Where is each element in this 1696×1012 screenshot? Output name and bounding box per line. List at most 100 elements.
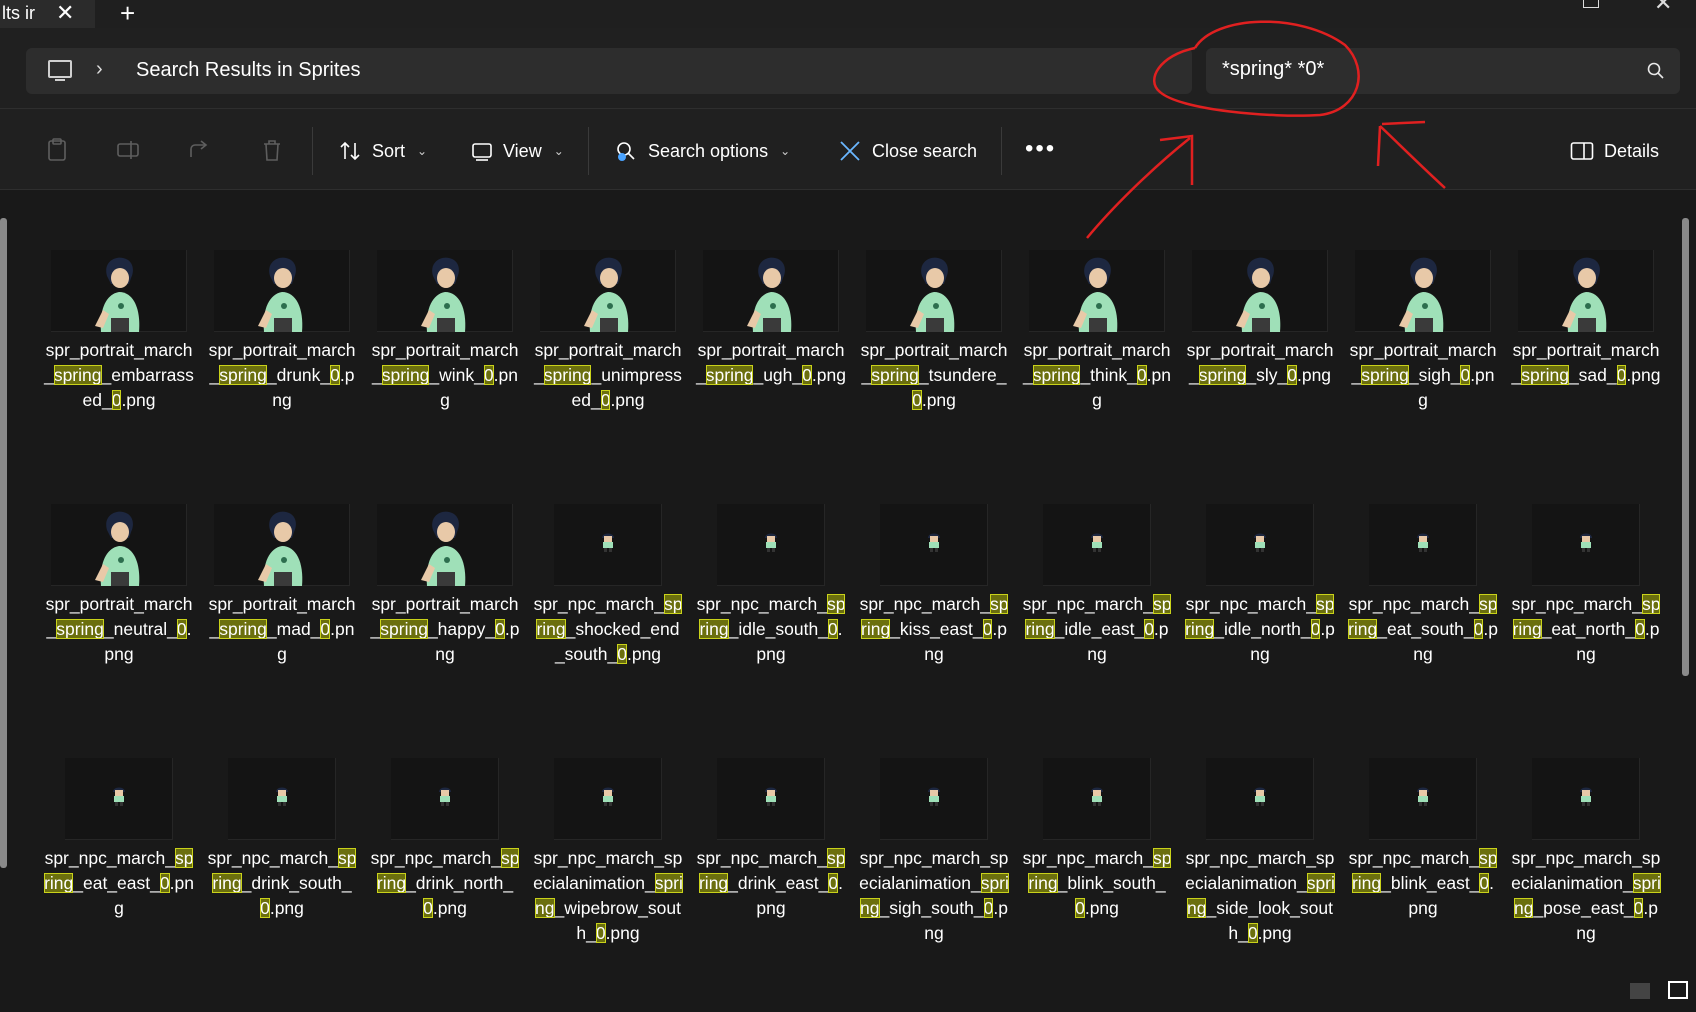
sort-button[interactable]: Sort ⌄ [338, 137, 427, 165]
file-item[interactable]: spr_npc_march_spring_blink_east_0.png [1348, 758, 1498, 1012]
file-item[interactable]: spr_portrait_march_spring_tsundere_0.png [859, 250, 1009, 504]
file-thumbnail[interactable] [377, 250, 513, 332]
file-item[interactable]: spr_npc_march_spring_eat_south_0.png [1348, 504, 1498, 758]
file-item[interactable]: spr_npc_march_specialanimation_spring_si… [1185, 758, 1335, 1012]
window-close-icon[interactable]: ✕ [1654, 0, 1672, 16]
file-item[interactable]: spr_portrait_march_spring_mad_0.png [207, 504, 357, 758]
file-thumbnail[interactable] [554, 504, 662, 586]
file-thumbnail[interactable] [51, 250, 187, 332]
share-icon[interactable] [187, 137, 213, 163]
portrait-sprite-image [747, 257, 792, 332]
file-thumbnail[interactable] [391, 758, 499, 840]
file-thumbnail[interactable] [1518, 250, 1654, 332]
file-thumbnail[interactable] [214, 504, 350, 586]
file-thumbnail[interactable] [228, 758, 336, 840]
file-thumbnail[interactable] [554, 758, 662, 840]
navigation-pane-scrollbar[interactable] [0, 218, 7, 868]
file-item[interactable]: spr_portrait_march_spring_sigh_0.png [1348, 250, 1498, 504]
file-thumbnail[interactable] [1369, 504, 1477, 586]
maximize-icon[interactable] [1583, 0, 1599, 8]
file-name-text: spr_npc_march_ [1348, 848, 1479, 868]
rename-icon[interactable] [115, 137, 141, 163]
search-options-label: Search options [648, 140, 769, 161]
file-thumbnail[interactable] [377, 504, 513, 586]
new-tab-icon[interactable]: + [120, 0, 135, 29]
file-item[interactable]: spr_portrait_march_spring_drunk_0.png [207, 250, 357, 504]
address-bar[interactable]: › Search Results in Sprites [26, 48, 1192, 94]
delete-icon[interactable] [259, 137, 285, 163]
tab-close-icon[interactable]: ✕ [56, 0, 74, 26]
details-button[interactable]: Details [1570, 137, 1659, 165]
file-item[interactable]: spr_npc_march_spring_eat_east_0.png [44, 758, 194, 1012]
large-icons-view-icon[interactable] [1668, 981, 1688, 999]
file-thumbnail[interactable] [1206, 758, 1314, 840]
file-item[interactable]: spr_portrait_march_spring_happy_0.png [370, 504, 520, 758]
file-item[interactable]: spr_npc_march_spring_drink_south_0.png [207, 758, 357, 1012]
file-thumbnail[interactable] [65, 758, 173, 840]
file-item[interactable]: spr_npc_march_spring_idle_east_0.png [1022, 504, 1172, 758]
view-button[interactable]: View ⌄ [471, 137, 564, 165]
file-item[interactable]: spr_npc_march_spring_kiss_east_0.png [859, 504, 1009, 758]
file-item[interactable]: spr_portrait_march_spring_sly_0.png [1185, 250, 1335, 504]
search-options-button[interactable]: Search options ⌄ [614, 137, 790, 165]
file-thumbnail[interactable] [1355, 250, 1491, 332]
chevron-down-icon: ⌄ [553, 144, 564, 158]
file-name: spr_npc_march_spring_idle_south_0.png [696, 592, 846, 667]
file-item[interactable]: spr_portrait_march_spring_neutral_0.png [44, 504, 194, 758]
breadcrumb[interactable]: Search Results in Sprites [136, 59, 361, 82]
file-name-text: _sigh_south_ [879, 898, 984, 918]
file-item[interactable]: spr_npc_march_specialanimation_spring_si… [859, 758, 1009, 1012]
file-item[interactable]: spr_npc_march_spring_shocked_end_south_0… [533, 504, 683, 758]
file-item[interactable]: spr_npc_march_specialanimation_spring_wi… [533, 758, 683, 1012]
file-item[interactable]: spr_npc_march_spring_drink_north_0.png [370, 758, 520, 1012]
file-item[interactable]: spr_npc_march_spring_idle_south_0.png [696, 504, 846, 758]
file-thumbnail[interactable] [880, 504, 988, 586]
search-icon[interactable] [1646, 61, 1666, 81]
file-thumbnail[interactable] [1369, 758, 1477, 840]
tab-search-results[interactable]: lts ir ✕ [0, 0, 95, 28]
search-match-highlight: spring [381, 365, 430, 385]
file-thumbnail[interactable] [1192, 250, 1328, 332]
search-match-highlight: 0 [617, 644, 627, 664]
npc-sprite-image [602, 533, 614, 552]
file-item[interactable]: spr_npc_march_spring_drink_east_0.png [696, 758, 846, 1012]
file-thumbnail[interactable] [1532, 504, 1640, 586]
close-search-button[interactable]: Close search [838, 137, 977, 165]
search-input[interactable]: *spring* *0* [1206, 48, 1680, 94]
npc-sprite-image [928, 787, 940, 806]
file-item[interactable]: spr_portrait_march_spring_embarrassed_0.… [44, 250, 194, 504]
file-thumbnail[interactable] [703, 250, 839, 332]
file-item[interactable]: spr_portrait_march_spring_ugh_0.png [696, 250, 846, 504]
file-thumbnail[interactable] [51, 504, 187, 586]
file-thumbnail[interactable] [1043, 758, 1151, 840]
file-thumbnail[interactable] [880, 758, 988, 840]
file-item[interactable]: spr_npc_march_spring_eat_north_0.png [1511, 504, 1661, 758]
paste-icon[interactable] [44, 137, 70, 163]
more-options-icon[interactable]: ••• [1025, 135, 1056, 163]
file-item[interactable]: spr_npc_march_spring_idle_north_0.png [1185, 504, 1335, 758]
file-thumbnail[interactable] [866, 250, 1002, 332]
file-item[interactable]: spr_portrait_march_spring_unimpressed_0.… [533, 250, 683, 504]
this-pc-icon[interactable] [48, 60, 72, 81]
file-item[interactable]: spr_portrait_march_spring_think_0.png [1022, 250, 1172, 504]
file-thumbnail[interactable] [540, 250, 676, 332]
file-thumbnail[interactable] [717, 504, 825, 586]
file-name-text: _ugh_ [753, 365, 803, 385]
chevron-right-icon[interactable]: › [96, 58, 103, 81]
file-item[interactable]: spr_portrait_march_spring_sad_0.png [1511, 250, 1661, 504]
search-match-highlight: spring [1361, 365, 1409, 385]
file-thumbnail[interactable] [1043, 504, 1151, 586]
file-thumbnail[interactable] [1206, 504, 1314, 586]
file-name-text: _eat_east_ [73, 873, 160, 893]
search-query[interactable]: *spring* *0* [1222, 58, 1324, 81]
file-thumbnail[interactable] [717, 758, 825, 840]
file-thumbnail[interactable] [1532, 758, 1640, 840]
details-view-icon[interactable] [1630, 983, 1650, 999]
vertical-scrollbar[interactable] [1682, 218, 1689, 676]
file-thumbnail[interactable] [214, 250, 350, 332]
file-item[interactable]: spr_npc_march_spring_blink_south_0.png [1022, 758, 1172, 1012]
file-item[interactable]: spr_npc_march_specialanimation_spring_po… [1511, 758, 1661, 1012]
file-name: spr_npc_march_spring_eat_north_0.png [1511, 592, 1661, 667]
file-thumbnail[interactable] [1029, 250, 1165, 332]
file-item[interactable]: spr_portrait_march_spring_wink_0.png [370, 250, 520, 504]
